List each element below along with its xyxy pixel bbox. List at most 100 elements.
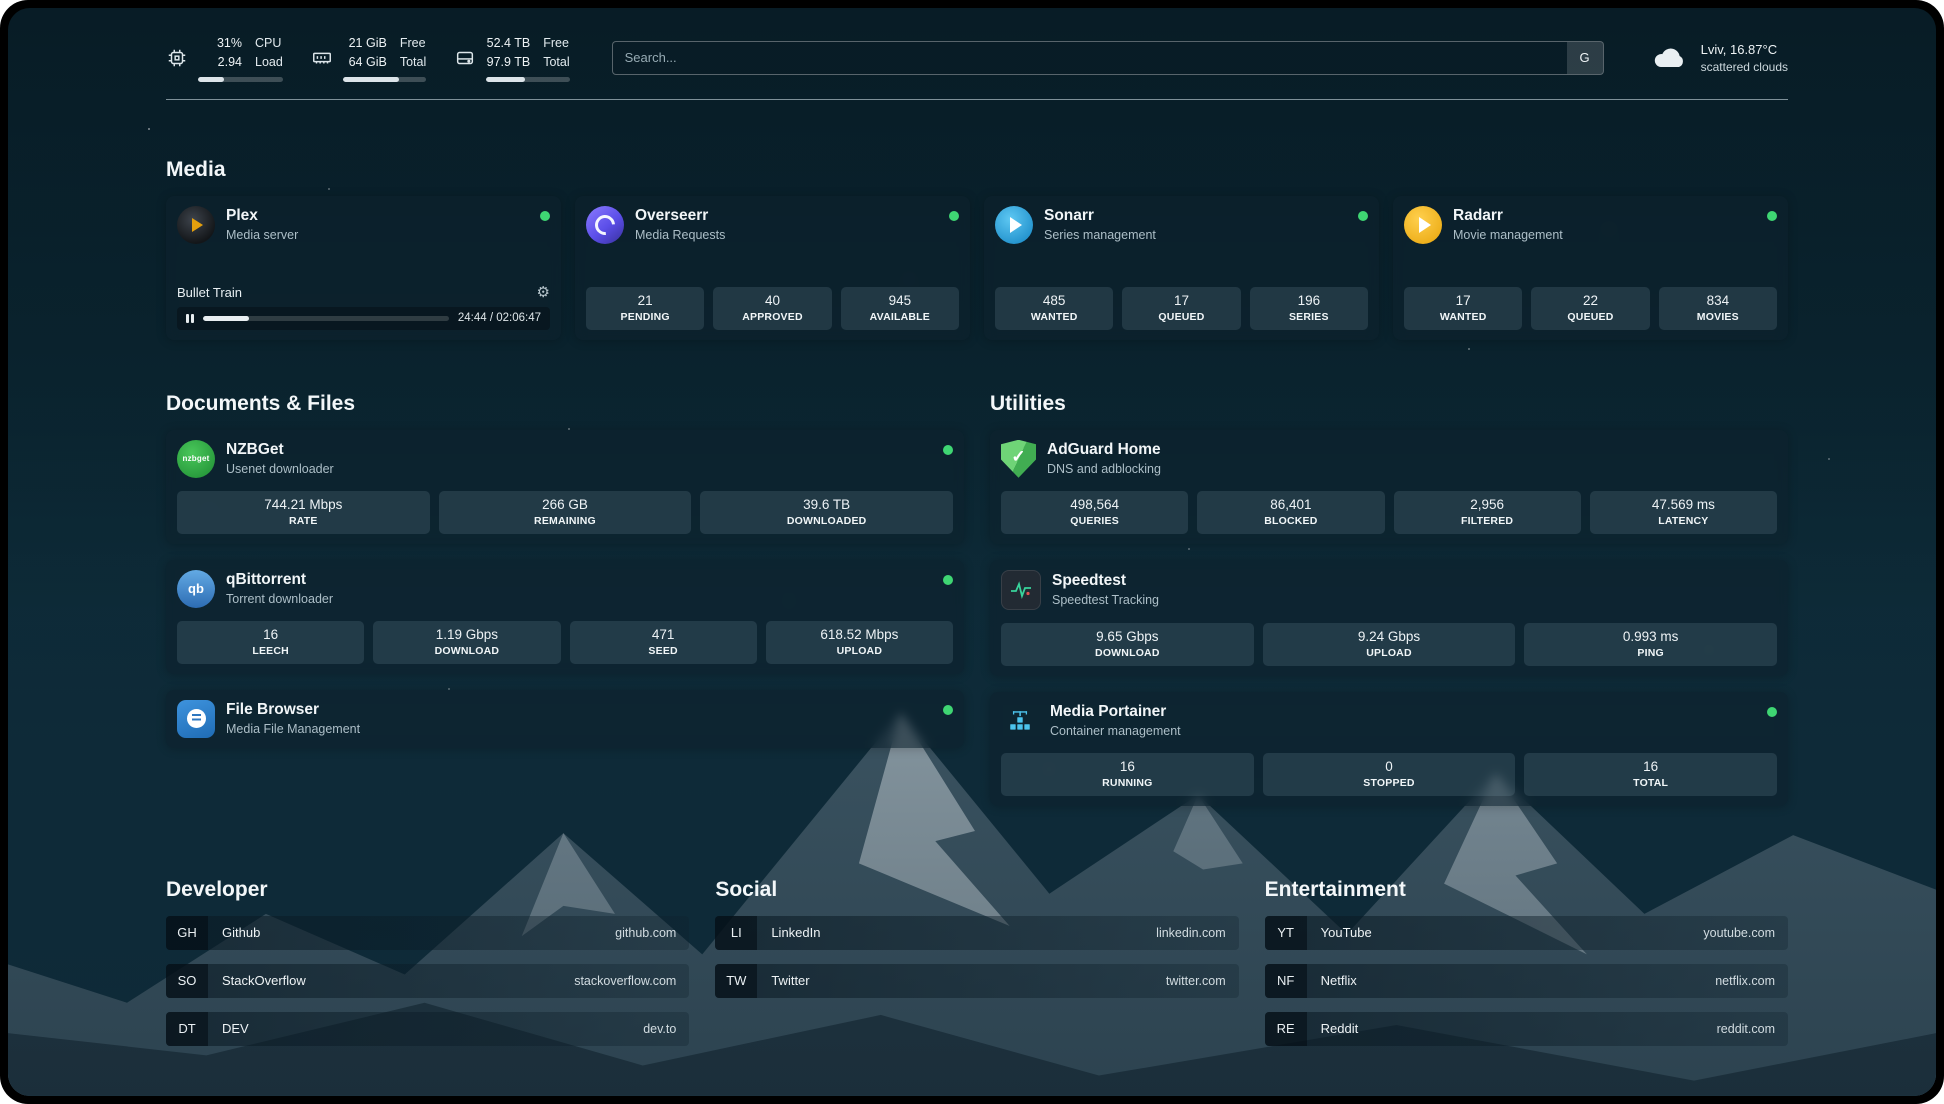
bookmark-name: Reddit (1321, 1021, 1359, 1036)
bookmark-linkedin[interactable]: LI LinkedIn linkedin.com (715, 916, 1238, 950)
nzbget-link[interactable]: nzbget NZBGet Usenet downloader (177, 440, 953, 478)
stat-value: 266 GB (443, 497, 688, 512)
plex-status-dot (540, 211, 550, 221)
stat-value: 39.6 TB (704, 497, 949, 512)
bookmarks-developer: Developer GH Github github.com SO StackO… (166, 878, 689, 1060)
stat-upload: 618.52 Mbps UPLOAD (766, 621, 953, 664)
bookmark-url: github.com (615, 926, 676, 940)
card-portainer: Media Portainer Container management 16 … (990, 692, 1788, 806)
bookmark-url: netflix.com (1715, 974, 1775, 988)
media-section-title: Media (166, 158, 1788, 182)
system-metrics: 31% 2.94 CPU Load (166, 34, 570, 82)
qbittorrent-status-dot (943, 575, 953, 585)
playback-progress-bar[interactable] (203, 316, 449, 321)
bookmark-netflix[interactable]: NF Netflix netflix.com (1265, 964, 1788, 998)
stat-value: 16 (1005, 759, 1250, 774)
entertainment-section-title: Entertainment (1265, 878, 1788, 902)
cpu-readout: 31% 2.94 CPU Load (198, 34, 283, 82)
bookmark-reddit[interactable]: RE Reddit reddit.com (1265, 1012, 1788, 1046)
radarr-icon (1404, 206, 1442, 244)
utilities-section-title: Utilities (990, 392, 1788, 416)
filebrowser-link[interactable]: File Browser Media File Management (177, 700, 953, 738)
stat-value: 618.52 Mbps (770, 627, 949, 642)
stat-movies: 834 MOVIES (1659, 287, 1777, 330)
bookmark-stackoverflow[interactable]: SO StackOverflow stackoverflow.com (166, 964, 689, 998)
stat-value: 9.24 Gbps (1267, 629, 1512, 644)
stat-remaining: 266 GB REMAINING (439, 491, 692, 534)
sonarr-status-dot (1358, 211, 1368, 221)
bookmark-url: youtube.com (1703, 926, 1775, 940)
gear-icon[interactable]: ⚙ (537, 285, 550, 300)
stat-label: PENDING (590, 311, 700, 323)
memory-icon (311, 47, 333, 69)
plex-name: Plex (226, 207, 298, 225)
filebrowser-status-dot (943, 705, 953, 715)
stat-label: RUNNING (1005, 777, 1250, 789)
card-qbittorrent: qb qBittorrent Torrent downloader 16 LEE… (166, 560, 964, 674)
bookmark-dev[interactable]: DT DEV dev.to (166, 1012, 689, 1046)
card-speedtest: Speedtest Speedtest Tracking 9.65 Gbps D… (990, 560, 1788, 676)
stat-value: 22 (1535, 293, 1645, 308)
sonarr-link[interactable]: Sonarr Series management (995, 206, 1368, 244)
portainer-crane-icon (1001, 702, 1039, 740)
disk-total-label: Total (543, 53, 569, 72)
cloud-icon (1650, 44, 1690, 72)
stat-approved: 40 APPROVED (713, 287, 831, 330)
portainer-link[interactable]: Media Portainer Container management (1001, 702, 1777, 740)
pause-icon[interactable] (186, 314, 194, 323)
bookmark-url: reddit.com (1717, 1022, 1775, 1036)
speedtest-link[interactable]: Speedtest Speedtest Tracking (1001, 570, 1777, 610)
bookmark-twitter[interactable]: TW Twitter twitter.com (715, 964, 1238, 998)
stat-value: 16 (181, 627, 360, 642)
stat-label: DOWNLOAD (1005, 647, 1250, 659)
qbittorrent-name: qBittorrent (226, 571, 333, 589)
search-bar: G (612, 41, 1604, 75)
sonarr-name: Sonarr (1044, 207, 1156, 225)
stat-value: 0 (1267, 759, 1512, 774)
disk-widget: 52.4 TB 97.9 TB Free Total (454, 34, 569, 82)
cpu-progress-bar (198, 77, 283, 82)
playback-strip: 24:44 / 02:06:47 (177, 307, 550, 330)
stat-label: TOTAL (1528, 777, 1773, 789)
bookmark-url: stackoverflow.com (574, 974, 676, 988)
plex-link[interactable]: Plex Media server (177, 206, 550, 244)
stat-value: 471 (574, 627, 753, 642)
plex-now-playing: Bullet Train ⚙ 24:44 / 02:06:47 (177, 285, 550, 330)
stat-queries: 498,564 QUERIES (1001, 491, 1188, 534)
stat-blocked: 86,401 BLOCKED (1197, 491, 1384, 534)
disk-free: 52.4 TB (486, 34, 530, 53)
nzbget-subtitle: Usenet downloader (226, 462, 334, 476)
adguard-name: AdGuard Home (1047, 441, 1161, 459)
stat-label: SEED (574, 645, 753, 657)
stat-download: 1.19 Gbps DOWNLOAD (373, 621, 560, 664)
card-filebrowser: File Browser Media File Management (166, 690, 964, 748)
disk-progress-bar (486, 77, 569, 82)
stat-label: MOVIES (1663, 311, 1773, 323)
developer-section-title: Developer (166, 878, 689, 902)
cpu-label: CPU (255, 34, 283, 53)
portainer-name: Media Portainer (1050, 703, 1181, 721)
stat-filtered: 2,956 FILTERED (1394, 491, 1581, 534)
card-plex: Plex Media server Bullet Train ⚙ (166, 196, 561, 340)
overseerr-link[interactable]: Overseerr Media Requests (586, 206, 959, 244)
qbittorrent-link[interactable]: qb qBittorrent Torrent downloader (177, 570, 953, 608)
stat-rate: 744.21 Mbps RATE (177, 491, 430, 534)
bookmark-youtube[interactable]: YT YouTube youtube.com (1265, 916, 1788, 950)
bookmark-name: Netflix (1321, 973, 1357, 988)
stat-wanted: 17 WANTED (1404, 287, 1522, 330)
adguard-link[interactable]: ✓ AdGuard Home DNS and adblocking (1001, 440, 1777, 478)
plex-subtitle: Media server (226, 228, 298, 242)
overseerr-subtitle: Media Requests (635, 228, 725, 242)
disk-total: 97.9 TB (486, 53, 530, 72)
search-input[interactable] (613, 42, 1567, 74)
stat-label: STOPPED (1267, 777, 1512, 789)
weather-widget: Lviv, 16.87°C scattered clouds (1650, 42, 1788, 74)
radarr-link[interactable]: Radarr Movie management (1404, 206, 1777, 244)
stat-queued: 22 QUEUED (1531, 287, 1649, 330)
bookmark-github[interactable]: GH Github github.com (166, 916, 689, 950)
nzbget-status-dot (943, 445, 953, 455)
documents-section-title: Documents & Files (166, 392, 964, 416)
sonarr-icon (995, 206, 1033, 244)
search-provider-button[interactable]: G (1567, 42, 1603, 74)
nzbget-titles: NZBGet Usenet downloader (226, 441, 334, 476)
